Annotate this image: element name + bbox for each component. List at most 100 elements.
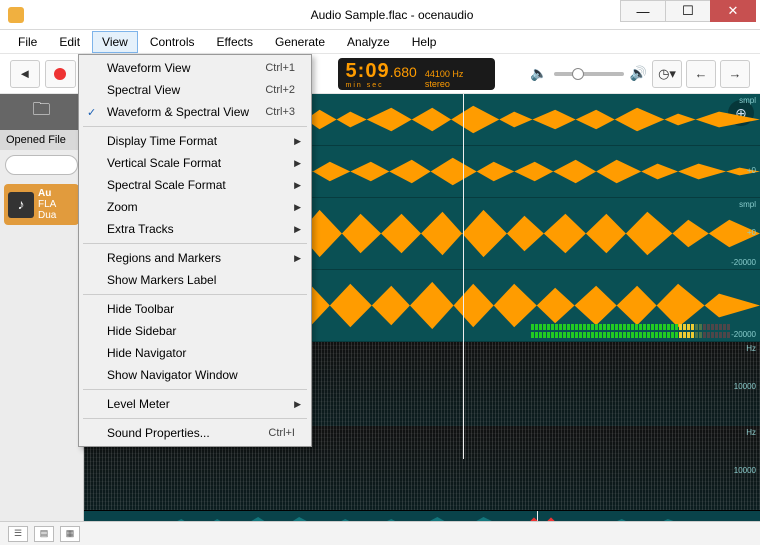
ruler-hz10k: 10000 — [734, 382, 756, 391]
menu-separator — [83, 389, 307, 390]
menu-item-show-navigator-window[interactable]: Show Navigator Window — [81, 364, 309, 386]
file-thumb-icon: ♪ — [8, 192, 34, 218]
menu-item-label: Regions and Markers — [107, 251, 221, 265]
time-sub-label: min sec — [346, 82, 384, 89]
time-info: 44100 Hz stereo — [425, 69, 464, 89]
menu-item-label: Hide Toolbar — [107, 302, 174, 316]
file-list-item[interactable]: ♪ Au FLA Dua — [4, 184, 79, 225]
back-button[interactable]: ◄ — [10, 60, 40, 88]
navigator-waveform[interactable] — [84, 511, 760, 521]
main-playhead[interactable] — [463, 94, 464, 459]
view-mode-grid[interactable]: ▦ — [60, 526, 80, 542]
minimize-button[interactable]: — — [620, 0, 666, 22]
menu-item-waveform-view[interactable]: Waveform ViewCtrl+1 — [81, 57, 309, 79]
next-button[interactable]: → — [720, 60, 750, 88]
menu-analyze[interactable]: Analyze — [337, 31, 400, 53]
menu-item-hide-navigator[interactable]: Hide Navigator — [81, 342, 309, 364]
prev-button[interactable]: ← — [686, 60, 716, 88]
close-button[interactable]: ✕ — [710, 0, 756, 22]
file-item-line2: FLA — [38, 199, 56, 210]
menu-file[interactable]: File — [8, 31, 47, 53]
ruler-zero: +0 — [747, 166, 756, 175]
sidebar-header[interactable]: 🗀 — [0, 94, 83, 130]
menu-separator — [83, 294, 307, 295]
menu-item-vertical-scale-format[interactable]: Vertical Scale Format ▶ — [81, 152, 309, 174]
view-menu-dropdown: Waveform ViewCtrl+1Spectral ViewCtrl+2 ✓ W… — [78, 54, 312, 447]
submenu-arrow-icon: ▶ — [294, 180, 301, 191]
view-mode-detail[interactable]: ▤ — [34, 526, 54, 542]
menu-item-label: Hide Navigator — [107, 346, 186, 360]
menu-effects[interactable]: Effects — [207, 31, 263, 53]
volume-control[interactable]: 🔈 🔊 — [530, 65, 647, 82]
maximize-button[interactable]: ☐ — [665, 0, 711, 22]
ruler-neg: -20000 — [731, 258, 756, 267]
window-controls: — ☐ ✕ — [621, 0, 756, 22]
sample-rate: 44100 Hz — [425, 69, 464, 79]
volume-low-icon: 🔈 — [530, 65, 547, 82]
ruler-neg-2: -20000 — [731, 330, 756, 339]
menu-item-hide-sidebar[interactable]: Hide Sidebar — [81, 320, 309, 342]
app-icon — [8, 7, 24, 23]
submenu-arrow-icon: ▶ — [294, 399, 301, 410]
menu-separator — [83, 418, 307, 419]
navigator[interactable]: 00:00.000 01:00.000 02:00.000 03:00.000 … — [84, 510, 760, 521]
menu-item-regions-and-markers[interactable]: Regions and Markers▶ — [81, 247, 309, 269]
status-bar: ☰ ▤ ▦ — [0, 521, 760, 545]
submenu-arrow-icon: ▶ — [294, 202, 301, 213]
menu-bar: File Edit View Controls Effects Generate… — [0, 30, 760, 54]
menu-item-label: Display Time Format — [107, 134, 217, 148]
volume-high-icon: 🔊 — [630, 65, 647, 82]
menu-view[interactable]: View — [92, 31, 138, 53]
view-mode-list[interactable]: ☰ — [8, 526, 28, 542]
record-button[interactable] — [45, 60, 77, 88]
submenu-arrow-icon: ▶ — [294, 158, 301, 169]
check-icon: ✓ — [87, 106, 96, 119]
ruler-hz10k-2: 10000 — [734, 466, 756, 475]
search-input[interactable] — [5, 155, 78, 175]
menu-item-display-time-format[interactable]: Display Time Format▶ — [81, 130, 309, 152]
title-bar: Audio Sample.flac - ocenaudio — ☐ ✕ — [0, 0, 760, 30]
menu-help[interactable]: Help — [402, 31, 447, 53]
menu-edit[interactable]: Edit — [49, 31, 90, 53]
time-millis: .680 — [390, 64, 417, 80]
menu-separator — [83, 126, 307, 127]
menu-item-label: Vertical Scale Format — [107, 156, 221, 170]
menu-item-sound-properties[interactable]: Sound Properties...Ctrl+I — [81, 422, 309, 444]
sidebar-search — [5, 155, 78, 175]
menu-shortcut: Ctrl+3 — [265, 106, 295, 118]
menu-item-extra-tracks[interactable]: Extra Tracks▶ — [81, 218, 309, 240]
menu-item-label: Waveform & Spectral View — [107, 105, 249, 119]
history-button[interactable]: ◷▾ — [652, 60, 682, 88]
folder-icon: 🗀 — [33, 97, 51, 127]
vu-meter-left — [531, 324, 730, 330]
volume-thumb[interactable] — [572, 68, 584, 80]
menu-item-label: Zoom — [107, 200, 138, 214]
menu-item-label: Sound Properties... — [107, 426, 210, 440]
menu-item-zoom[interactable]: Zoom ▶ — [81, 196, 309, 218]
menu-item-level-meter[interactable]: Level Meter ▶ — [81, 393, 309, 415]
menu-shortcut: Ctrl+1 — [265, 62, 295, 74]
ruler-hz: Hz — [746, 344, 756, 353]
menu-item-label: Show Navigator Window — [107, 368, 238, 382]
time-display: 5:09.680 min sec 44100 Hz stereo — [338, 58, 496, 90]
channels: stereo — [425, 79, 464, 89]
menu-controls[interactable]: Controls — [140, 31, 205, 53]
menu-item-show-markers-label[interactable]: Show Markers Label — [81, 269, 309, 291]
menu-item-hide-toolbar[interactable]: Hide Toolbar — [81, 298, 309, 320]
ruler-zero-2: +0 — [747, 228, 756, 237]
ruler-smpl-2: smpl — [739, 200, 756, 209]
menu-generate[interactable]: Generate — [265, 31, 335, 53]
sidebar-tab-label: Opened File — [0, 130, 83, 150]
file-item-title: Au — [38, 188, 56, 199]
sidebar: 🗀 Opened File ♪ Au FLA Dua — [0, 94, 84, 521]
menu-item-label: Level Meter — [107, 397, 170, 411]
toolbar-right: ◷▾ ← → — [652, 60, 750, 88]
volume-slider[interactable] — [554, 72, 624, 76]
menu-item-label: Spectral Scale Format — [107, 178, 226, 192]
menu-item-spectral-scale-format[interactable]: Spectral Scale Format ▶ — [81, 174, 309, 196]
ruler-hz-2: Hz — [746, 428, 756, 437]
menu-item-waveform-spectral-view[interactable]: ✓ Waveform & Spectral View Ctrl+3 — [81, 101, 309, 123]
ruler-smpl: smpl — [739, 96, 756, 105]
submenu-arrow-icon: ▶ — [294, 224, 301, 235]
menu-item-spectral-view[interactable]: Spectral ViewCtrl+2 — [81, 79, 309, 101]
